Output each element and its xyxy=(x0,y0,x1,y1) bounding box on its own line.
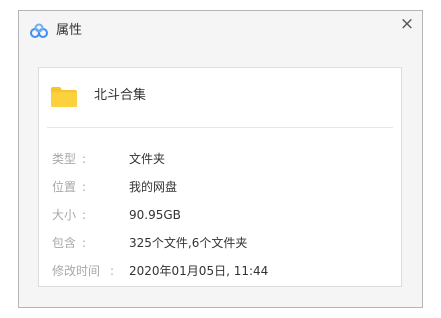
properties-dialog: 属性 × 北斗合集 类型 : 文件夹 位置 : 我的网盘 大小 : 90.95G… xyxy=(18,10,423,308)
close-icon[interactable]: × xyxy=(398,15,416,33)
property-label: 类型 xyxy=(52,152,77,166)
divider xyxy=(47,127,393,128)
property-label: 大小 xyxy=(52,208,77,222)
dialog-title: 属性 xyxy=(56,23,83,38)
property-row-location: 位置 : 我的网盘 xyxy=(52,179,392,195)
property-separator: : xyxy=(82,208,87,222)
folder-icon xyxy=(51,87,77,107)
property-value: 文件夹 xyxy=(129,152,166,166)
properties-panel: 北斗合集 类型 : 文件夹 位置 : 我的网盘 大小 : 90.95GB 包含 … xyxy=(38,67,402,287)
property-value: 90.95GB xyxy=(129,208,181,222)
property-value: 325个文件,6个文件夹 xyxy=(129,236,248,250)
property-value: 我的网盘 xyxy=(129,180,178,194)
property-value: 2020年01月05日, 11:44 xyxy=(129,264,269,278)
property-label: 修改时间 xyxy=(52,264,101,278)
property-label: 包含 xyxy=(52,236,77,250)
baidu-netdisk-cloud-icon xyxy=(30,23,48,38)
property-row-modified: 修改时间 : 2020年01月05日, 11:44 xyxy=(52,263,392,279)
property-separator: : xyxy=(82,152,87,166)
property-separator: : xyxy=(110,264,115,278)
property-row-size: 大小 : 90.95GB xyxy=(52,207,392,223)
property-separator: : xyxy=(82,180,87,194)
title-bar: 属性 × xyxy=(19,11,422,51)
property-row-contains: 包含 : 325个文件,6个文件夹 xyxy=(52,235,392,251)
property-label: 位置 xyxy=(52,180,77,194)
property-row-type: 类型 : 文件夹 xyxy=(52,151,392,167)
file-name: 北斗合集 xyxy=(94,88,147,103)
property-separator: : xyxy=(82,236,87,250)
